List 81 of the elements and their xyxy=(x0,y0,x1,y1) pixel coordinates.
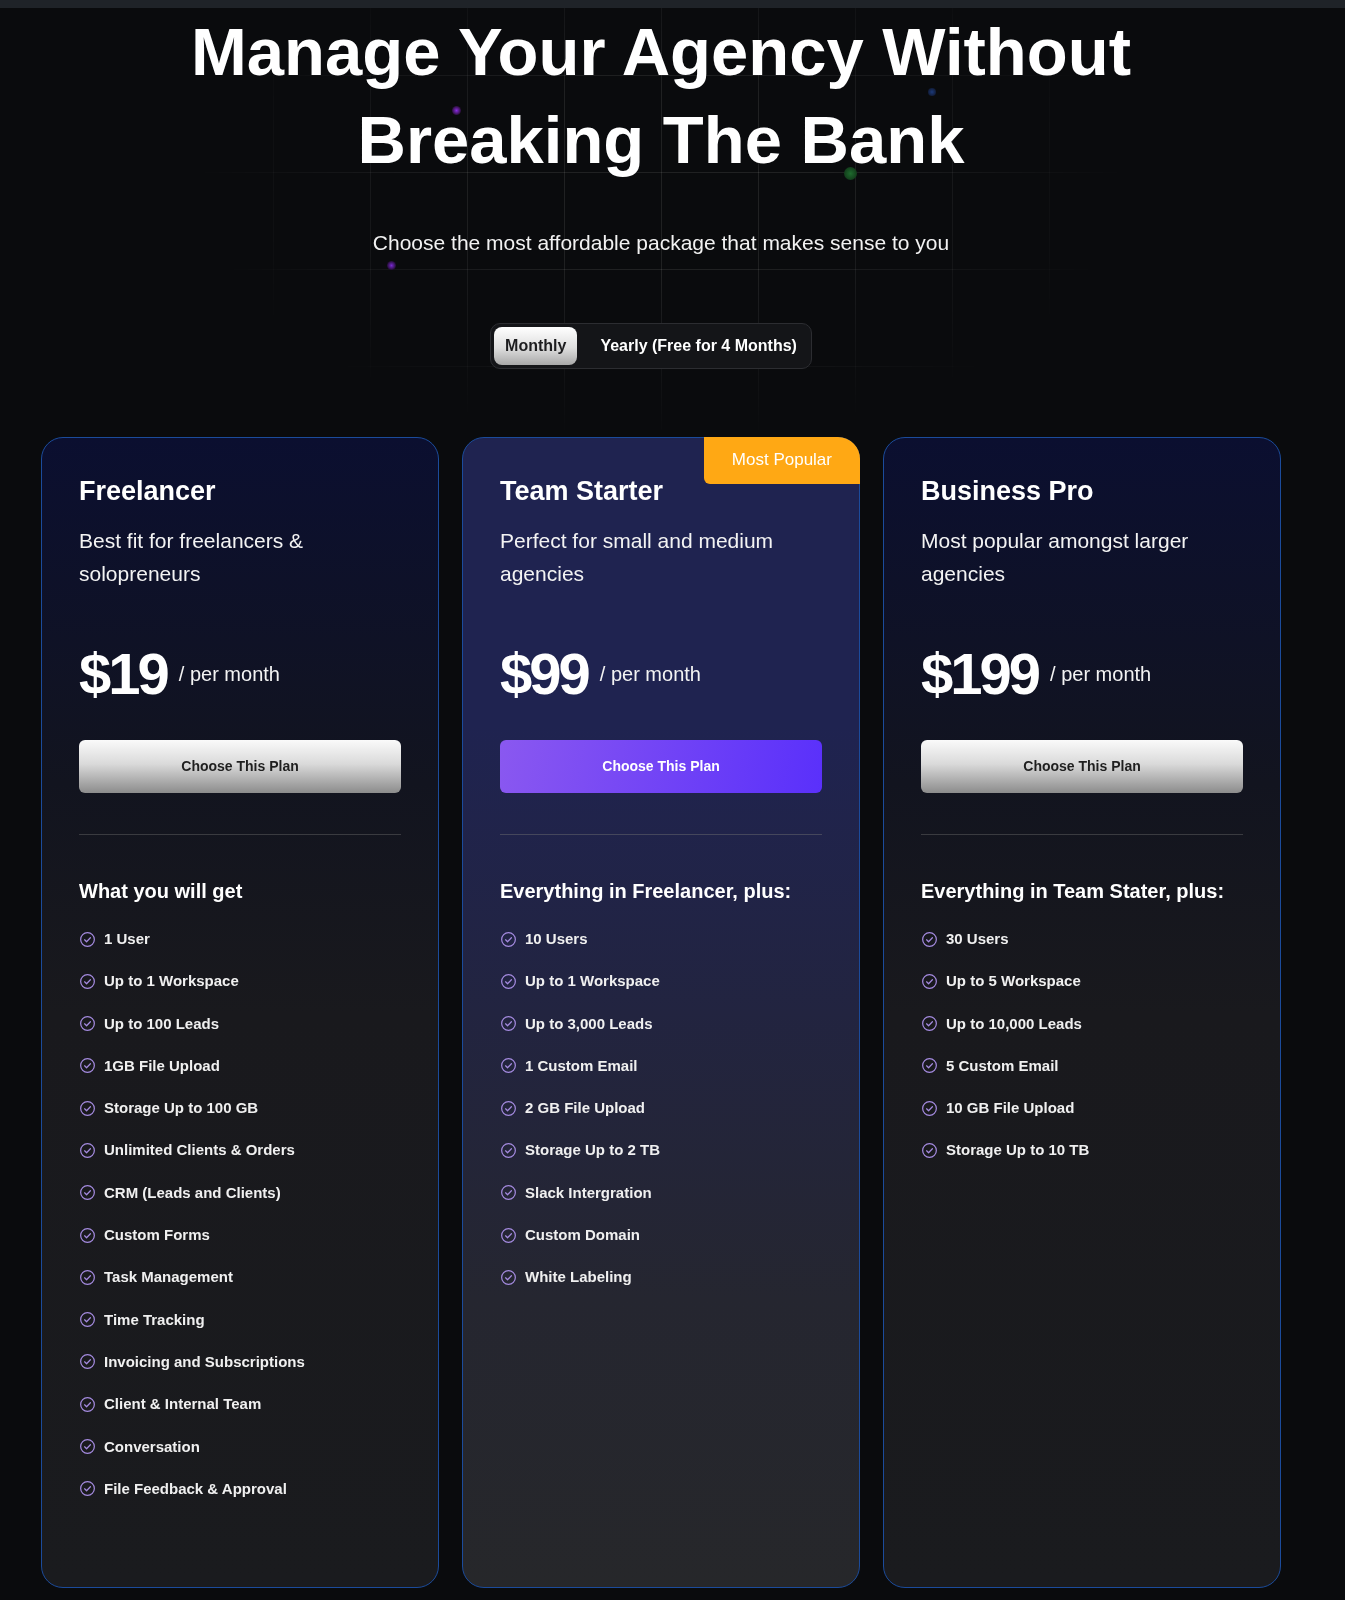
plan-price: $99 xyxy=(500,642,588,706)
feature-text: CRM (Leads and Clients) xyxy=(104,1182,281,1203)
check-circle-icon xyxy=(80,1058,95,1074)
check-circle-icon xyxy=(80,1143,95,1158)
feature-text: Up to 1 Workspace xyxy=(525,971,660,992)
choose-plan-button[interactable]: Choose This Plan xyxy=(79,740,401,793)
check-circle-icon xyxy=(501,1058,516,1074)
feature-text: Up to 5 Workspace xyxy=(946,971,1081,992)
features-heading: What you will get xyxy=(79,879,243,904)
feature-text: Up to 1 Workspace xyxy=(104,971,239,992)
price-period: / per month xyxy=(178,662,280,687)
price-period: / per month xyxy=(599,662,701,687)
feature-text: Storage Up to 10 TB xyxy=(946,1140,1090,1161)
feature-text: Up to 3,000 Leads xyxy=(525,1013,653,1034)
feature-text: 2 GB File Upload xyxy=(525,1098,645,1119)
billing-period-tab[interactable]: Yearly (Free for 4 Months) xyxy=(589,327,808,365)
plan-name: Freelancer xyxy=(79,475,216,507)
check-circle-icon xyxy=(80,1269,95,1285)
check-circle-icon xyxy=(922,1016,937,1032)
plan-name: Team Starter xyxy=(500,475,664,507)
plan-description: Most popular amongst larger agencies xyxy=(921,528,1190,587)
feature-text: Unlimited Clients & Orders xyxy=(104,1140,295,1161)
plan-description: Best fit for freelancers & solopreneurs xyxy=(79,528,305,587)
feature-text: 1 Custom Email xyxy=(525,1055,638,1076)
check-circle-icon xyxy=(501,973,516,989)
choose-plan-button[interactable]: Choose This Plan xyxy=(921,740,1243,793)
feature-text: Custom Forms xyxy=(104,1225,210,1246)
check-circle-icon xyxy=(80,931,95,947)
check-circle-icon xyxy=(80,1312,95,1328)
check-circle-icon xyxy=(501,931,516,947)
check-circle-icon xyxy=(501,1100,516,1116)
plan-price: $199 xyxy=(921,642,1039,706)
check-circle-icon xyxy=(80,1354,95,1370)
check-circle-icon xyxy=(80,1100,95,1116)
check-circle-icon xyxy=(501,1269,516,1285)
check-circle-icon xyxy=(80,1016,95,1032)
check-circle-icon xyxy=(80,973,95,989)
page-subtitle: Choose the most affordable package that makes sense to you xyxy=(372,230,950,256)
feature-text: Invoicing and Subscriptions xyxy=(104,1351,305,1372)
check-circle-icon xyxy=(501,1016,516,1032)
check-circle-icon xyxy=(922,1100,937,1116)
feature-text: Time Tracking xyxy=(104,1309,205,1330)
feature-text: Up to 10,000 Leads xyxy=(946,1013,1082,1034)
plan-name: Business Pro xyxy=(921,475,1094,507)
feature-text: Up to 100 Leads xyxy=(104,1013,220,1034)
feature-text: Conversation xyxy=(104,1436,200,1457)
feature-text: 5 Custom Email xyxy=(946,1055,1059,1076)
check-circle-icon xyxy=(501,1227,516,1243)
feature-text: Custom Domain xyxy=(525,1225,640,1246)
check-circle-icon xyxy=(501,1143,516,1158)
feature-text: White Labeling xyxy=(525,1267,632,1288)
page-title: Manage Your Agency Without Breaking The Bank xyxy=(190,13,1132,179)
choose-plan-button[interactable]: Choose This Plan xyxy=(500,740,822,793)
check-circle-icon xyxy=(922,1058,937,1074)
check-circle-icon xyxy=(922,931,937,947)
feature-text: Storage Up to 2 TB xyxy=(525,1140,660,1161)
feature-text: 30 Users xyxy=(946,929,1009,949)
check-circle-icon xyxy=(80,1439,95,1455)
feature-text: Task Management xyxy=(104,1267,233,1288)
check-circle-icon xyxy=(501,1185,516,1201)
feature-text: File Feedback & Approval xyxy=(104,1478,287,1499)
feature-text: Slack Intergration xyxy=(525,1182,652,1203)
check-circle-icon xyxy=(922,973,937,989)
plan-price: $19 xyxy=(79,642,167,706)
popular-badge: Most Popular xyxy=(703,437,860,484)
feature-text: Client & Internal Team xyxy=(104,1394,262,1415)
feature-text: Storage Up to 100 GB xyxy=(104,1098,259,1119)
check-circle-icon xyxy=(922,1143,937,1158)
check-circle-icon xyxy=(80,1396,95,1412)
billing-period-tab[interactable]: Monthly xyxy=(494,327,578,365)
check-circle-icon xyxy=(80,1185,95,1201)
feature-text: 10 GB File Upload xyxy=(946,1098,1075,1119)
feature-text: 1GB File Upload xyxy=(104,1055,220,1076)
plan-description: Perfect for small and medium agencies xyxy=(500,528,775,587)
feature-text: 10 Users xyxy=(525,929,588,949)
check-circle-icon xyxy=(80,1481,95,1497)
price-period: / per month xyxy=(1050,662,1152,687)
features-heading: Everything in Team Stater, plus: xyxy=(921,879,1225,904)
features-heading: Everything in Freelancer, plus: xyxy=(500,879,792,904)
feature-text: 1 User xyxy=(104,929,150,949)
check-circle-icon xyxy=(80,1227,95,1243)
